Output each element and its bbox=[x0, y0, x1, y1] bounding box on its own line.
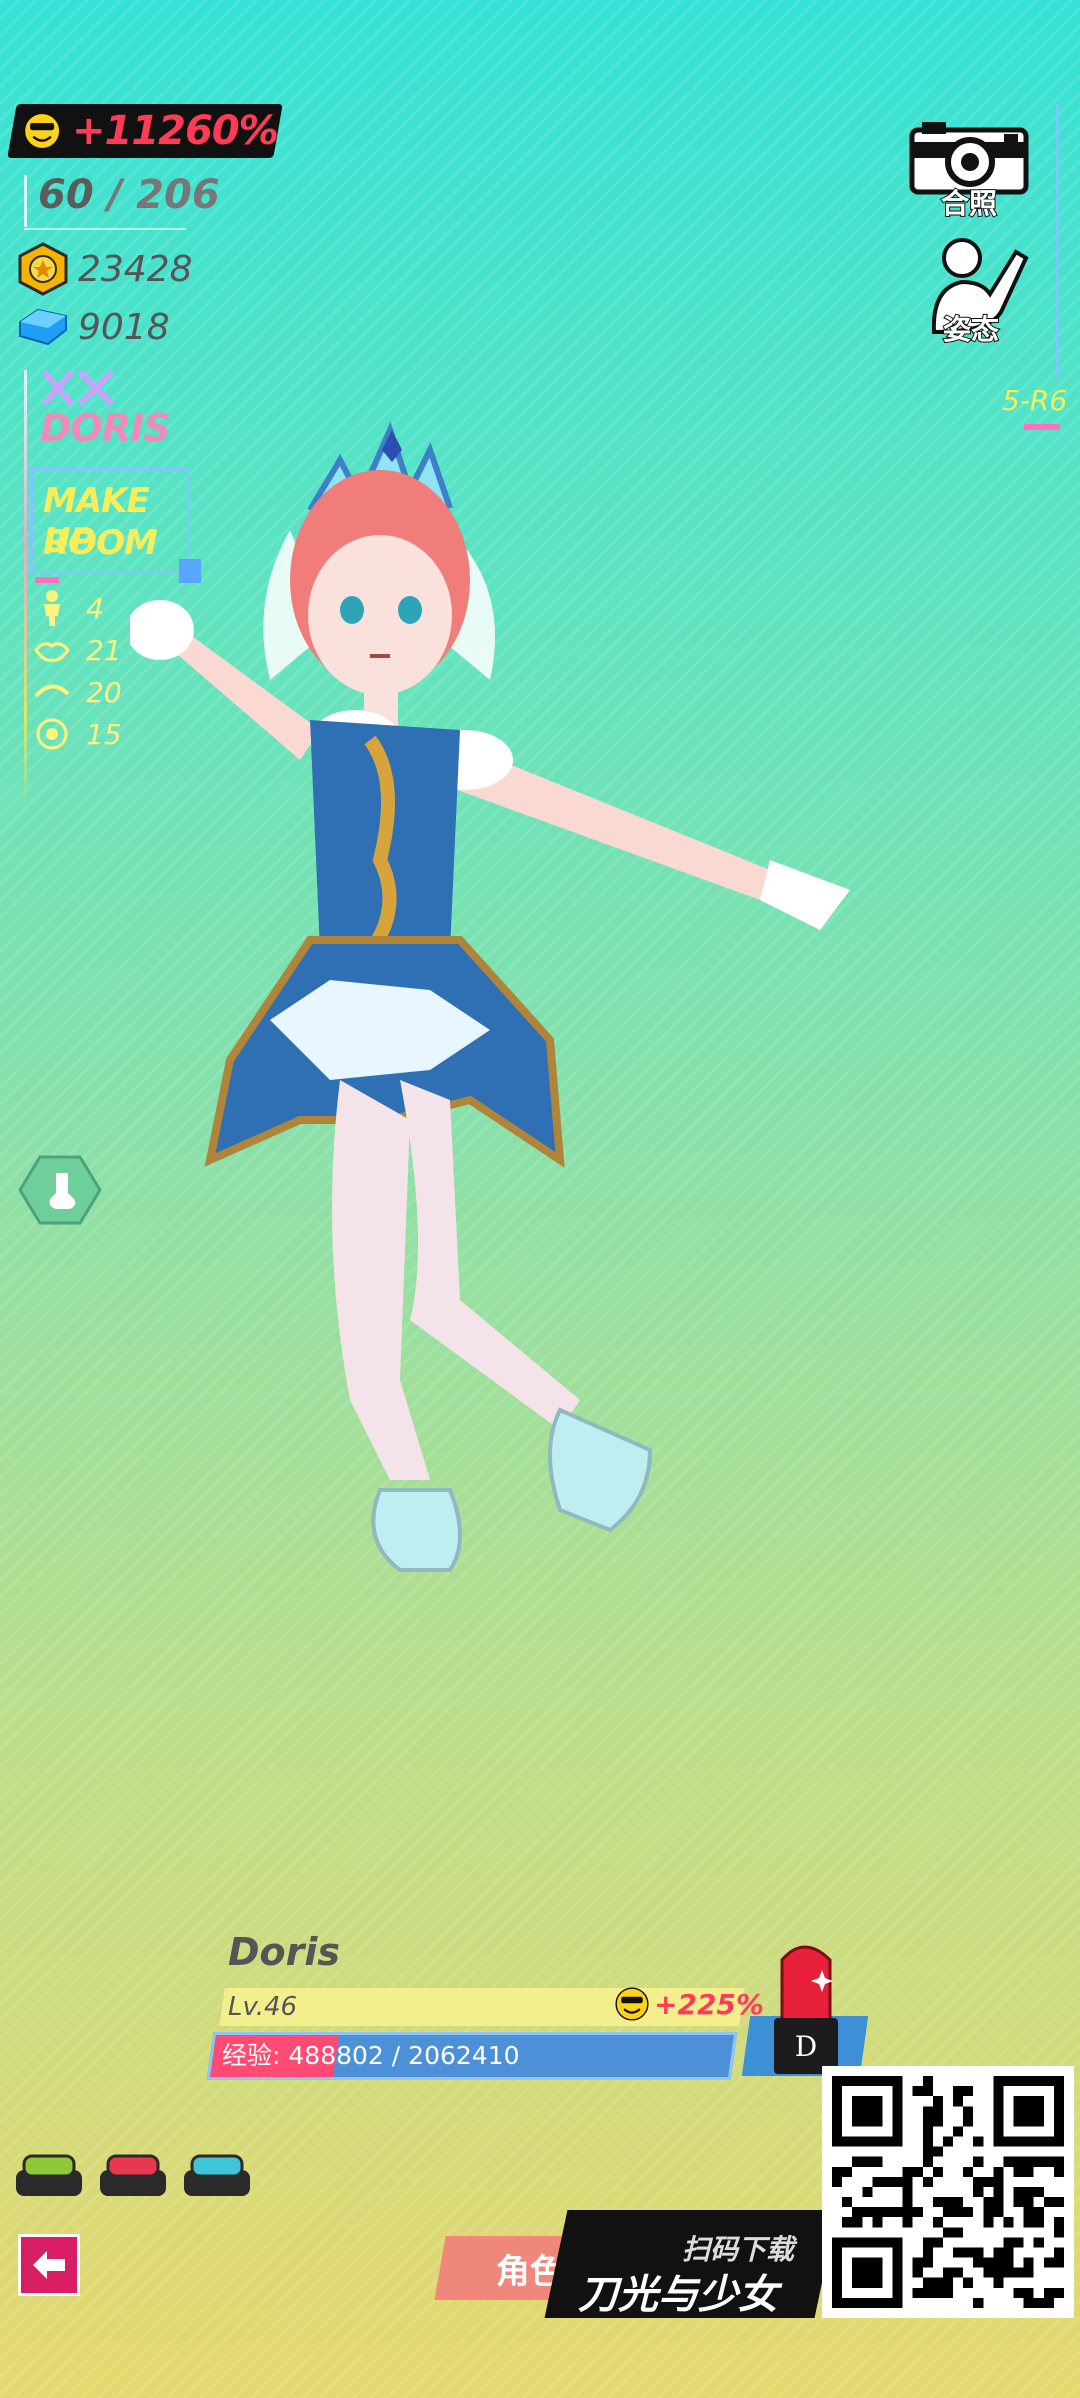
group-photo-label: 合照 bbox=[940, 186, 998, 221]
decor-bar bbox=[35, 577, 59, 583]
outfit-separator: / bbox=[107, 172, 123, 218]
level-text: Lv.46 bbox=[228, 1992, 298, 2022]
diamond-counter: 9018 bbox=[16, 300, 170, 354]
level-boost: +225% bbox=[614, 1986, 764, 2022]
stat-value: 21 bbox=[86, 633, 122, 667]
qr-code bbox=[822, 2066, 1074, 2318]
diamond-icon bbox=[19, 308, 67, 346]
arrow-left-icon bbox=[33, 2251, 65, 2279]
stat-body: 4 bbox=[32, 588, 104, 628]
divider bbox=[24, 175, 27, 227]
exp-text: 经验: 488802 / 2062410 bbox=[222, 2036, 520, 2072]
smiley-icon bbox=[23, 112, 61, 150]
pose-button[interactable]: 姿态 bbox=[912, 236, 1030, 352]
group-photo-button[interactable]: 合照 bbox=[908, 116, 1030, 221]
exp-label: 经验: bbox=[222, 2041, 281, 2070]
decor-bar bbox=[1024, 424, 1060, 430]
exp-separator: / bbox=[391, 2041, 401, 2070]
lipstick-button[interactable]: D bbox=[764, 1940, 848, 2076]
gold-amount: 23428 bbox=[78, 248, 193, 290]
boost-badge: +11260% bbox=[7, 104, 283, 158]
level-boost-value: +225% bbox=[654, 1987, 764, 2021]
character-model bbox=[130, 421, 850, 1572]
gold-coin-icon bbox=[18, 242, 68, 296]
stat-value: 15 bbox=[86, 717, 122, 751]
outfit-counter: 60 / 206 bbox=[38, 172, 220, 218]
divider bbox=[24, 228, 186, 230]
back-button[interactable] bbox=[18, 2234, 80, 2296]
stat-eye: 15 bbox=[32, 714, 122, 754]
stat-eyebrow: 20 bbox=[32, 672, 122, 712]
lips-icon bbox=[34, 642, 70, 662]
stage-label: 5-R6 bbox=[1002, 384, 1068, 417]
cross-icon bbox=[41, 369, 115, 407]
pose-label: 姿态 bbox=[942, 312, 1000, 347]
boost-percent: +11260% bbox=[72, 108, 278, 154]
body-icon bbox=[44, 590, 60, 626]
gold-counter: 23428 bbox=[16, 242, 193, 296]
character-name: Doris bbox=[228, 1930, 341, 1974]
exp-current: 488802 bbox=[288, 2041, 384, 2070]
eyebrow-icon bbox=[34, 684, 70, 698]
outfit-total: 206 bbox=[136, 172, 220, 218]
swatch-red[interactable] bbox=[98, 2152, 168, 2198]
stat-value: 4 bbox=[86, 591, 104, 625]
stat-value: 20 bbox=[86, 675, 122, 709]
exp-total: 2062410 bbox=[408, 2041, 520, 2070]
divider bbox=[24, 370, 27, 810]
stat-lips: 21 bbox=[32, 630, 122, 670]
socks-button[interactable] bbox=[18, 1155, 102, 1225]
swatch-cyan[interactable] bbox=[182, 2152, 252, 2198]
eye-icon bbox=[36, 718, 68, 750]
swatch-green[interactable] bbox=[14, 2152, 84, 2198]
outfit-count: 60 bbox=[38, 172, 94, 218]
divider bbox=[1056, 104, 1059, 380]
sock-icon bbox=[18, 1155, 102, 1225]
smiley-icon bbox=[615, 1987, 649, 2021]
diamond-amount: 9018 bbox=[78, 306, 170, 348]
lipstick-letter: D bbox=[795, 2030, 817, 2063]
game-title: 刀光与少女 bbox=[578, 2272, 778, 2318]
